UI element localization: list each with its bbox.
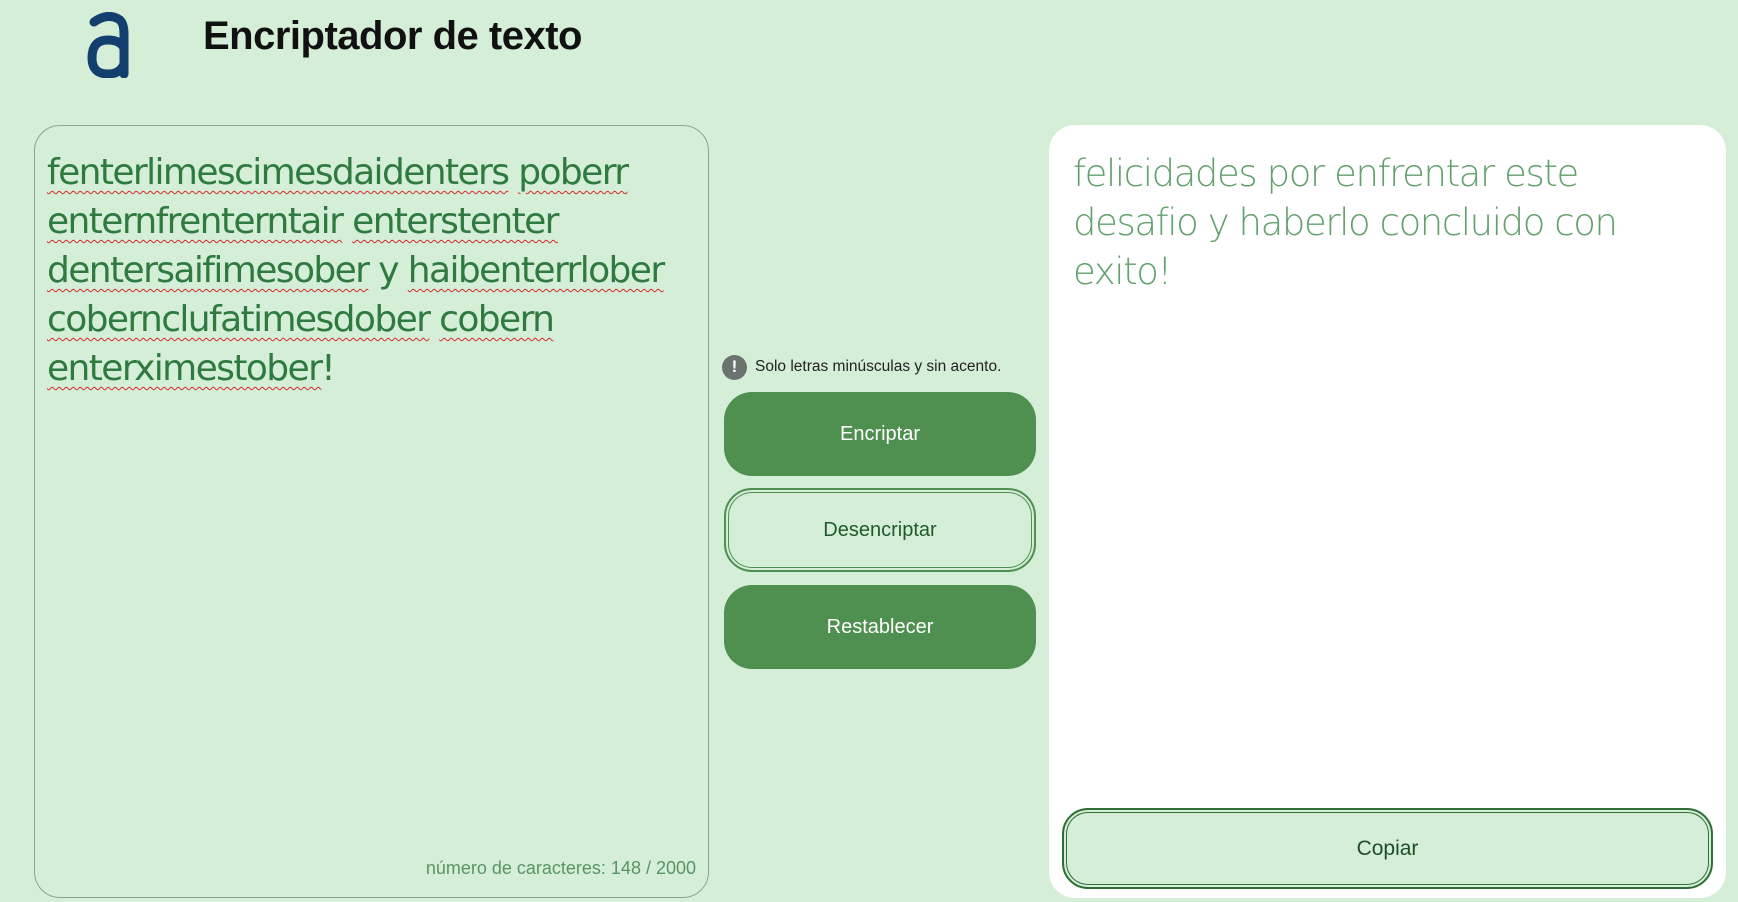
- misspelled-word: haibenterrlober: [407, 250, 665, 291]
- misspelled-word: enterstenter: [352, 201, 559, 242]
- hint-row: ! Solo letras minúsculas y sin acento.: [722, 350, 1037, 384]
- letter-a-logo: [87, 12, 129, 78]
- decrypt-button[interactable]: Desencriptar: [724, 488, 1036, 572]
- output-text: felicidades por enfrentar este desafio y…: [1073, 152, 1618, 293]
- hint-text: Solo letras minúsculas y sin acento.: [755, 358, 1002, 375]
- misspelled-word: dentersaifimesober: [47, 250, 370, 291]
- input-line: enternfrenterntair enterstenter: [47, 197, 687, 246]
- input-word: y: [368, 250, 408, 291]
- input-line: cobernclufatimesdober cobern: [47, 295, 687, 344]
- exclamation-circle-icon: !: [722, 354, 747, 380]
- input-line: enterximestober!: [47, 344, 687, 393]
- copy-button[interactable]: Copiar: [1062, 808, 1713, 889]
- input-textarea[interactable]: fenterlimescimesdaidenters poberr enternf…: [34, 125, 709, 898]
- misspelled-word: enterximestober: [47, 348, 323, 389]
- input-text[interactable]: fenterlimescimesdaidenters poberr enternf…: [47, 148, 687, 393]
- input-word: [508, 152, 518, 193]
- page-title: Encriptador de texto: [203, 14, 582, 58]
- app-root: Encriptador de texto fenterlimescimesdai…: [0, 0, 1738, 902]
- header: Encriptador de texto: [0, 0, 1738, 100]
- misspelled-word: poberr: [518, 152, 629, 193]
- misspelled-word: cobern: [439, 299, 555, 340]
- controls-panel: ! Solo letras minúsculas y sin acento. E…: [722, 350, 1037, 669]
- input-line: fenterlimescimesdaidenters poberr: [47, 148, 687, 197]
- input-word: !: [321, 348, 335, 389]
- reset-button[interactable]: Restablecer: [724, 585, 1036, 669]
- misspelled-word: cobernclufatimesdober: [47, 299, 431, 340]
- encrypt-button[interactable]: Encriptar: [724, 392, 1036, 476]
- character-counter: número de caracteres: 148 / 2000: [425, 858, 696, 878]
- input-word: [342, 201, 352, 242]
- input-word: [429, 299, 439, 340]
- misspelled-word: enternfrenterntair: [47, 201, 344, 242]
- output-panel: felicidades por enfrentar este desafio y…: [1049, 125, 1726, 898]
- input-line: dentersaifimesober y haibenterrlober: [47, 246, 687, 295]
- misspelled-word: fenterlimescimesdaidenters: [47, 152, 510, 193]
